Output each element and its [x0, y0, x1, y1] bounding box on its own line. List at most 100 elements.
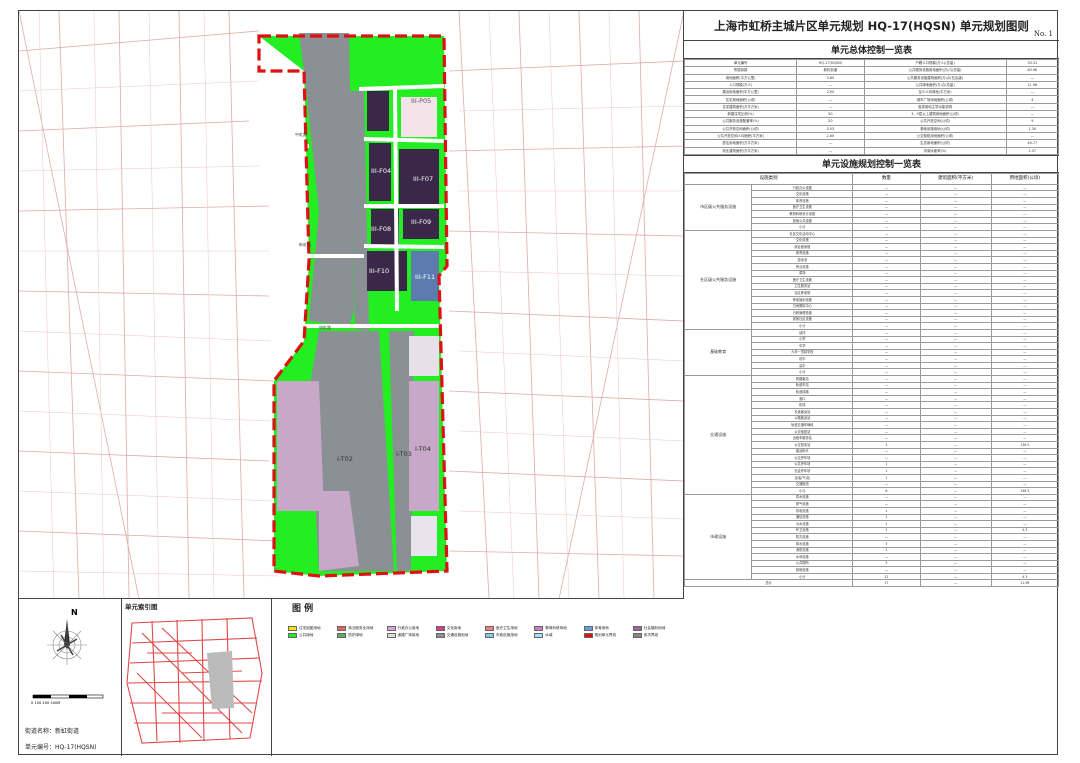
table-cell: — [919, 230, 992, 238]
table-cell: 2.90 [796, 88, 865, 97]
table-row: 市区级公共服务设施 行政办公设施 — — — [683, 183, 1060, 232]
table-cell: — [990, 361, 1060, 370]
table-cell: 至少人均绿地(平方米) [863, 88, 1007, 97]
table-cell: — [852, 454, 921, 462]
table-cell: 2.37 [1005, 146, 1060, 155]
table-cell: 公共开放空间(公顷) [863, 117, 1007, 126]
table-cell: 住宅用地面积(公顷) [683, 95, 798, 104]
parcel-label: III-F08 [371, 225, 391, 233]
road-label: 中虹路 [295, 131, 307, 137]
table-cell: — [919, 388, 992, 396]
table-cell: 幼托 [751, 328, 854, 337]
table-cell: 小计 [751, 322, 854, 330]
parcel-label: I-T02 [337, 455, 353, 463]
table-cell: — [990, 302, 1060, 311]
map-canvas[interactable]: III-P05 III-F04 III-F07 III-T01 III-F09 III-F… [19, 11, 684, 599]
scale-bar: 0 100 200 500M [31, 694, 104, 705]
table-cell: — [990, 243, 1060, 251]
table-cell: — [852, 427, 921, 436]
table-row: 建设用地面积(平方公里) 2.90 至少人均绿地(平方米) — [683, 88, 1060, 97]
table-cell: — [852, 388, 921, 396]
table-cell: 日间照料中心 [751, 302, 854, 311]
table-cell: — [919, 203, 992, 212]
table-cell: 养老福利设施 [751, 295, 854, 304]
table-cell: — [852, 381, 921, 390]
table-cell: — [919, 197, 992, 205]
table-cell: — [919, 289, 992, 297]
legend-label: 住宅组团用地 [299, 625, 321, 630]
road-label: 申虹路 [319, 324, 331, 330]
table-cell: — [919, 553, 992, 561]
table-cell: — [852, 414, 921, 423]
legend-item: 街坊界线 [632, 632, 678, 638]
table-cell: — [990, 566, 1060, 574]
group-label: 社区级公共服务设施 [683, 230, 753, 330]
control-table: 单元编号 HQ-17(HQSN) 户籍人口规模(万人)(总量) 33.31 所属街镇 新虹… [683, 58, 1060, 155]
table-cell: — [990, 249, 1060, 258]
table-cell: — [852, 566, 921, 574]
table-cell: — [852, 342, 921, 350]
legend: 图 例 住宅组团用地 商业服务业用地 行政办公用地 文化用地 医疗卫生用地 教育科研用地 体… [272, 599, 684, 756]
legend-swatch [288, 632, 297, 638]
table-row: 市政设施 供水设施 — — — [683, 493, 1060, 581]
table-cell: 44.77 [1005, 139, 1060, 148]
table-cell: 综合健身馆 [751, 243, 854, 251]
table-cell: 通信设施 [751, 513, 854, 522]
table-cell: — [990, 368, 1060, 377]
table-cell: — [990, 289, 1060, 297]
table-cell: — [919, 434, 992, 442]
table-cell: 4.3 [990, 572, 1060, 581]
table-row: 社区级公共服务设施 社区文化活动中心 — — — [683, 230, 1060, 330]
table-cell: 公交首末站 [751, 441, 854, 449]
table-cell: — [919, 342, 992, 350]
table-cell: — [919, 427, 992, 436]
group-label: 交通设施 [683, 375, 753, 495]
table-cell: — [990, 559, 1060, 568]
table-cell: HQ-17(HQSN) [796, 58, 865, 68]
table-cell: — [990, 230, 1060, 238]
legend-item: 规划单元界线 [583, 632, 629, 638]
table-cell: — [852, 197, 921, 205]
table-cell: 6 [852, 487, 921, 495]
table-cell: 行政办公设施 [751, 183, 854, 192]
table-cell: — [852, 553, 921, 561]
facility-table: 设施类别 数量 建筑面积(平方米) 用地面积(公顷) 市区级公共服务设施 行政办公设施 —… [683, 172, 1060, 588]
legend-label: 规划单元界线 [594, 632, 617, 637]
table-cell: — [852, 230, 921, 238]
group-label: 基础教育 [683, 328, 753, 377]
legend-swatch [534, 625, 544, 631]
legend-swatch [435, 625, 445, 631]
table-cell: — [990, 460, 1060, 469]
table-cell: — [990, 421, 1060, 429]
legend-label: 教育科研用地 [545, 625, 567, 630]
table-cell: — [990, 546, 1060, 555]
table-cell: — [919, 282, 992, 291]
table-row: 公共开放空间人均面积(平方米) 2.60 公交枢纽用地面积(公顷) — [683, 131, 1060, 141]
table-cell: 基础设施用地(公顷) [863, 124, 1007, 133]
table-cell: 人口规模(万人) [683, 80, 798, 90]
table-cell: — [919, 394, 992, 403]
table-cell: 公交停车场 [751, 454, 854, 462]
table-cell: — [852, 249, 921, 258]
table-cell: 小计 [751, 368, 854, 377]
table-cell: 公共服务设施配套率(%) [683, 117, 798, 126]
table-cell: 3.65 [796, 73, 865, 82]
legend-item: 文化用地 [435, 625, 481, 631]
table-cell: — [852, 361, 921, 370]
legend-label: 市政设施用地 [496, 632, 518, 637]
table-cell: — [919, 302, 992, 311]
table-cell: — [990, 315, 1060, 324]
table-cell: 客运码头 [751, 447, 854, 456]
planning-map[interactable]: III-P05 III-F04 III-F07 III-T01 III-F09 III-F… [19, 11, 684, 599]
table-cell: 1 [852, 546, 921, 555]
index-map[interactable] [122, 613, 272, 753]
table-cell: 社会停车场 [751, 467, 854, 475]
table-cell: 公交枢纽站 [751, 427, 854, 436]
table-cell: 其他社区设施 [751, 315, 854, 324]
right-panel: 上海市虹桥主城片区单元规划 HQ-17(HQSN) 单元规划图则 No. 1 单… [683, 11, 1060, 756]
table-cell: — [852, 269, 921, 278]
table-cell: 公共停车场 [751, 460, 854, 469]
table-cell: — [990, 236, 1060, 245]
table-cell: 3 [852, 441, 921, 449]
table-cell: — [919, 183, 992, 192]
